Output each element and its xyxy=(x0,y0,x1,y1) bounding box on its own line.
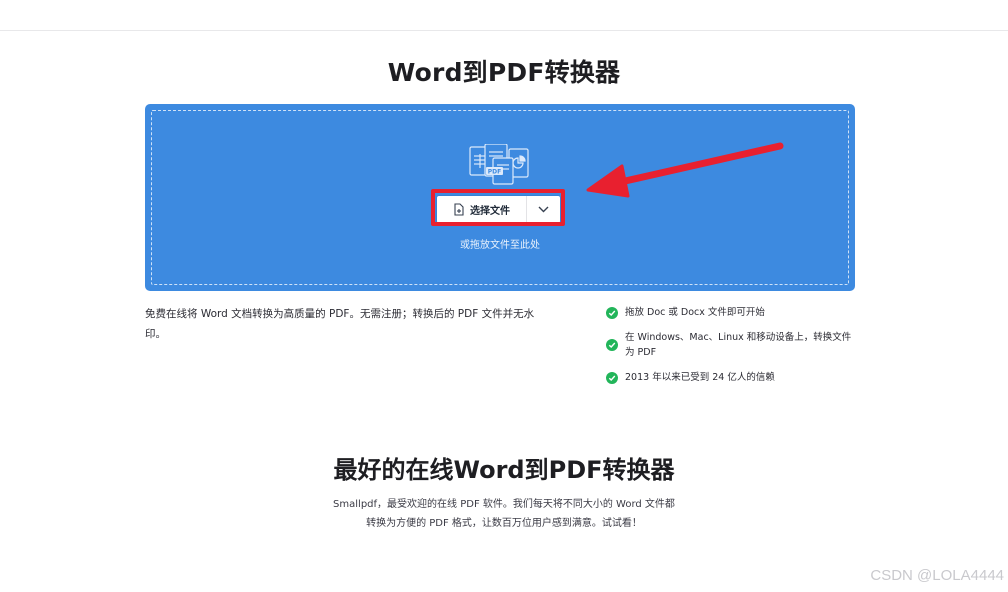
feature-item: 拖放 Doc 或 Docx 文件即可开始 xyxy=(606,305,765,320)
file-drop-zone[interactable]: PDF 选择文件 或拖放文件至此处 xyxy=(145,104,855,291)
check-circle-icon xyxy=(606,371,618,384)
watermark: CSDN @LOLA4444 xyxy=(870,567,1004,584)
section-description-line: 转换为方便的 PDF 格式，让数百万位用户感到满意。试试看！ xyxy=(366,518,642,529)
choose-file-button-group[interactable]: 选择文件 xyxy=(437,196,560,223)
check-circle-icon xyxy=(606,306,618,319)
choose-file-button[interactable]: 选择文件 xyxy=(437,196,526,223)
page-title: Word到PDF转换器 xyxy=(387,58,621,87)
feature-item: 2013 年以来已受到 24 亿人的信赖 xyxy=(606,370,775,385)
tool-description: 免费在线将 Word 文档转换为高质量的 PDF。无需注册；转换后的 PDF 文… xyxy=(145,308,535,340)
upload-source-dropdown[interactable] xyxy=(527,196,560,223)
feature-text: 拖放 Doc 或 Docx 文件即可开始 xyxy=(625,307,765,318)
section-description: Smallpdf，最受欢迎的在线 PDF 软件。我们每天将不同大小的 Word … xyxy=(300,495,708,533)
chevron-down-icon xyxy=(538,206,549,213)
check-circle-icon xyxy=(606,339,618,351)
feature-item: 在 Windows、Mac、Linux 和移动设备上，转换文件为 PDF xyxy=(606,330,854,360)
section-title: 最好的在线Word到PDF转换器 xyxy=(333,456,675,484)
drop-hint-text: 或拖放文件至此处 xyxy=(460,240,540,251)
pdf-badge-label: PDF xyxy=(488,169,501,176)
choose-file-label: 选择文件 xyxy=(470,206,510,217)
header-divider xyxy=(0,30,1008,31)
feature-text: 2013 年以来已受到 24 亿人的信赖 xyxy=(625,372,775,383)
feature-text: 在 Windows、Mac、Linux 和移动设备上，转换文件为 PDF xyxy=(625,332,852,358)
add-file-icon xyxy=(454,203,464,216)
documents-illustration-icon: PDF xyxy=(469,144,529,185)
section-description-line: Smallpdf，最受欢迎的在线 PDF 软件。我们每天将不同大小的 Word … xyxy=(333,499,675,510)
